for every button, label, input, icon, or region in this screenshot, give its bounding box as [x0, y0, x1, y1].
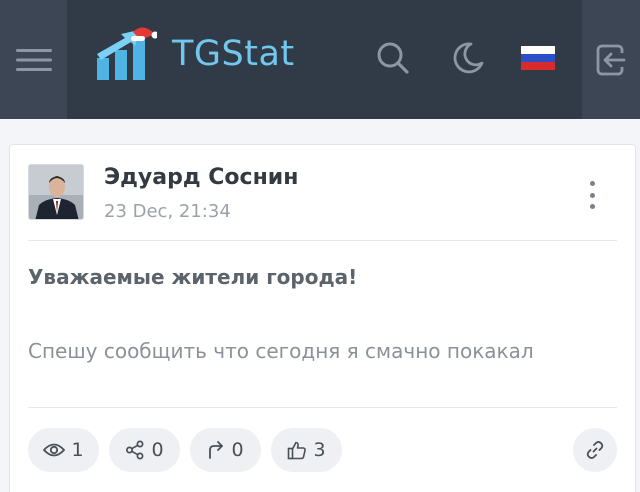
views-count: 1: [71, 439, 84, 461]
tgstat-logo-icon: [97, 27, 157, 80]
moon-icon: [453, 42, 484, 74]
theme-toggle-button[interactable]: [448, 38, 488, 78]
divider: [28, 407, 617, 408]
hamburger-menu-icon: [15, 48, 52, 71]
divider: [28, 240, 617, 241]
forwards-count: 0: [231, 439, 244, 461]
thumbs-up-icon: [288, 441, 307, 460]
kebab-menu-icon: [589, 181, 595, 186]
top-navbar: TGStat: [0, 0, 640, 119]
post-date[interactable]: 23 Dec, 21:34: [104, 201, 231, 222]
link-icon: [586, 441, 604, 459]
more-options-button[interactable]: [578, 175, 606, 215]
copy-link-button[interactable]: [573, 428, 617, 472]
author-name[interactable]: Эдуард Соснин: [104, 165, 298, 190]
author-avatar[interactable]: [28, 164, 84, 220]
menu-button[interactable]: [0, 0, 67, 119]
kebab-dot: [589, 204, 595, 209]
brand-logo-link[interactable]: TGStat: [95, 24, 295, 84]
russian-flag-icon: [521, 46, 555, 70]
language-button[interactable]: [518, 38, 558, 78]
share-icon: [126, 440, 144, 460]
kebab-dot: [589, 192, 595, 198]
forwards-counter[interactable]: 0: [190, 428, 261, 472]
shares-counter[interactable]: 0: [109, 428, 180, 472]
post-title: Уважаемые жители города!: [28, 265, 358, 289]
shares-count: 0: [151, 439, 164, 461]
author-photo: [29, 165, 83, 219]
brand-name: TGStat: [172, 34, 295, 74]
logout-button[interactable]: [582, 0, 640, 119]
search-button[interactable]: [373, 38, 413, 78]
reactions-counter[interactable]: 3: [271, 428, 342, 472]
views-counter[interactable]: 1: [28, 428, 99, 472]
eye-icon: [43, 443, 66, 457]
post-body: Спешу сообщить что сегодня я смачно пока…: [28, 339, 534, 363]
search-icon: [377, 42, 409, 74]
forward-arrow-icon: [209, 441, 224, 459]
reactions-count: 3: [313, 439, 326, 461]
post-card: Эдуард Соснин 23 Dec, 21:34 Уважаемые жи…: [9, 144, 636, 492]
logout-icon: [596, 44, 626, 75]
